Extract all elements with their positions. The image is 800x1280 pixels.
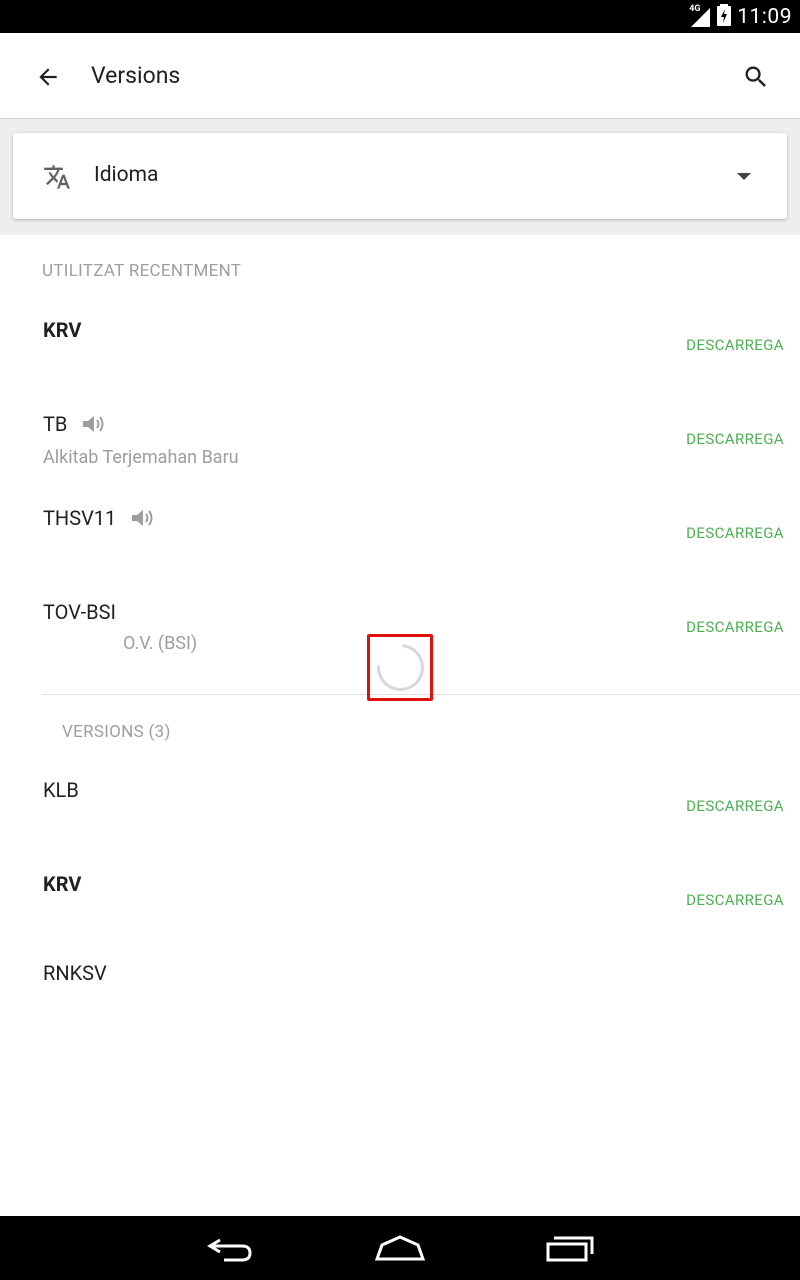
system-nav-bar	[0, 1216, 800, 1280]
search-button[interactable]	[732, 53, 780, 101]
recent-section-header: UTILITZAT RECENTMENT	[42, 261, 242, 281]
version-title: KLB	[43, 778, 79, 802]
version-full-name: Alkitab Terjemahan Baru	[43, 447, 239, 468]
translate-icon	[44, 165, 70, 189]
version-title: KRV	[43, 318, 81, 342]
nav-home-button[interactable]	[360, 1228, 440, 1268]
list-item[interactable]: KRV DESCARREGA	[0, 854, 800, 948]
version-abbr: KLB	[43, 778, 79, 802]
back-button[interactable]	[24, 53, 72, 101]
download-button[interactable]: DESCARREGA	[686, 891, 784, 909]
arrow-drop-down-icon	[737, 173, 751, 180]
network-type-label: 4G	[689, 3, 701, 14]
language-filter-area: Idioma	[0, 119, 800, 235]
status-bar: 4G 11:09	[0, 0, 800, 33]
list-item[interactable]: THSV11 DESCARREGA	[0, 488, 800, 582]
version-abbr: RNKSV	[43, 961, 107, 985]
list-item[interactable]: TB Alkitab Terjemahan Baru DESCARREGA	[0, 394, 800, 488]
nav-recents-icon	[546, 1236, 594, 1262]
version-full-name: O.V. (BSI)	[123, 633, 198, 654]
version-title: TOV-BSI	[43, 600, 116, 624]
nav-recents-button[interactable]	[530, 1228, 610, 1268]
nav-back-button[interactable]	[190, 1228, 270, 1268]
arrow-back-icon	[39, 68, 57, 86]
download-button[interactable]: DESCARREGA	[686, 336, 784, 354]
version-abbr: KRV	[43, 318, 82, 342]
version-title: THSV11	[43, 506, 156, 530]
page-title: Versions	[91, 62, 181, 89]
signal-icon: 4G	[689, 3, 711, 28]
list-item[interactable]: RNKSV	[0, 948, 800, 1042]
nav-home-icon	[374, 1235, 426, 1261]
versions-section-header: VERSIONS (3)	[62, 722, 171, 742]
language-label: Idioma	[94, 163, 159, 187]
battery-icon	[717, 3, 732, 30]
version-abbr: KRV	[43, 872, 82, 896]
volume-icon	[83, 416, 104, 432]
version-title: RNKSV	[43, 961, 107, 985]
language-dropdown[interactable]: Idioma	[13, 133, 787, 219]
download-button[interactable]: DESCARREGA	[686, 430, 784, 448]
loading-spinner-highlight	[367, 634, 434, 701]
list-item[interactable]: KLB DESCARREGA	[0, 760, 800, 854]
volume-icon	[132, 510, 153, 526]
download-button[interactable]: DESCARREGA	[686, 618, 784, 636]
version-title: KRV	[43, 872, 81, 896]
version-abbr: THSV11	[43, 506, 117, 530]
download-button[interactable]: DESCARREGA	[686, 524, 784, 542]
status-icons: 4G 11:09	[689, 0, 792, 33]
list-item[interactable]: KRV DESCARREGA	[0, 300, 800, 394]
search-icon	[745, 66, 766, 87]
loading-spinner-icon	[367, 634, 434, 701]
nav-back-icon	[207, 1238, 252, 1262]
clock: 11:09	[737, 4, 792, 29]
download-button[interactable]: DESCARREGA	[686, 797, 784, 815]
version-abbr: TB	[43, 412, 68, 436]
version-abbr: TOV-BSI	[43, 600, 116, 624]
app-bar: Versions	[0, 33, 800, 119]
version-title: TB	[43, 412, 107, 436]
